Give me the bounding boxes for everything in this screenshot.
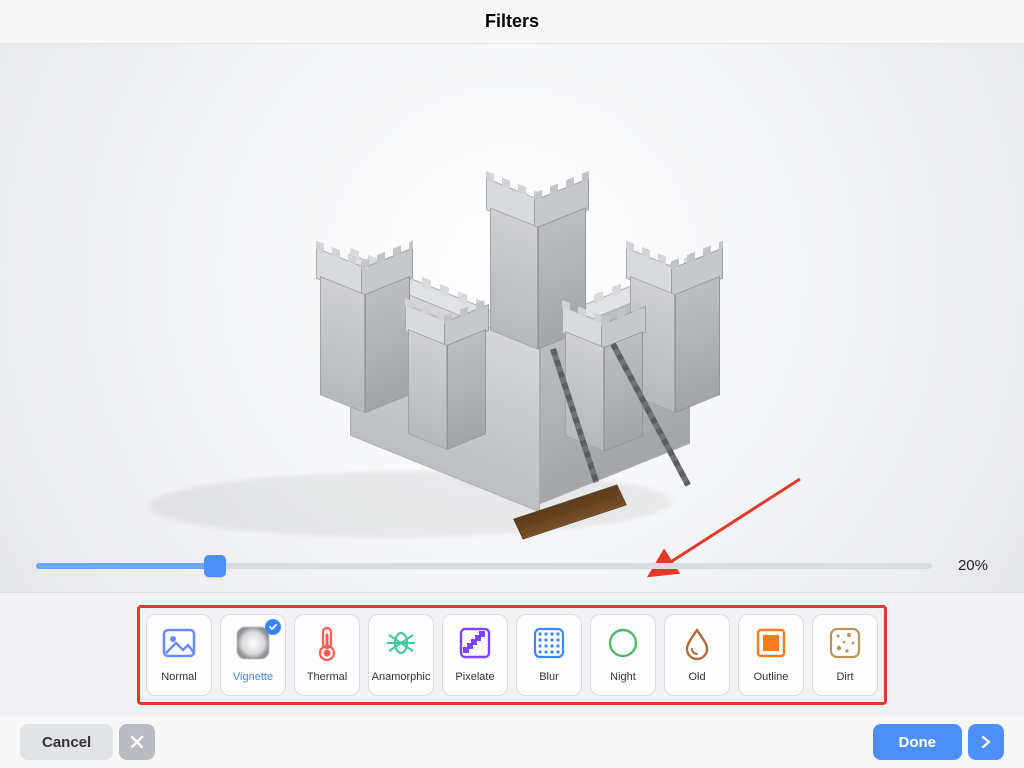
square-icon [751, 623, 791, 663]
image-icon [159, 623, 199, 663]
done-button[interactable]: Done [873, 724, 963, 760]
filter-blur[interactable]: Blur [516, 614, 582, 696]
speckle-icon [825, 623, 865, 663]
filter-label: Night [610, 671, 636, 683]
filter-label: Old [688, 671, 705, 683]
castle-illustration [290, 174, 730, 544]
drop-icon [677, 623, 717, 663]
filter-label: Vignette [233, 671, 273, 683]
filter-label: Outline [754, 671, 789, 683]
filter-pixelate[interactable]: Pixelate [442, 614, 508, 696]
square-icon [751, 623, 791, 663]
slider-value-label: 20% [948, 557, 988, 574]
chevron-right-icon [979, 735, 993, 749]
filter-old[interactable]: Old [664, 614, 730, 696]
filter-label: Dirt [836, 671, 853, 683]
thermometer-icon [307, 623, 347, 663]
filter-dirt[interactable]: Dirt [812, 614, 878, 696]
slider-thumb[interactable] [204, 555, 226, 577]
filter-vignette[interactable]: Vignette [220, 614, 286, 696]
pixel-icon [455, 623, 495, 663]
filter-label: Normal [161, 671, 196, 683]
next-button[interactable] [968, 724, 1004, 760]
moon-icon [603, 623, 643, 663]
close-button[interactable] [119, 724, 155, 760]
filters-highlight-box: Normal Vignette Thermal Anamorphic Pixelate B… [137, 605, 887, 705]
dots-grid-icon [529, 623, 569, 663]
filter-outline[interactable]: Outline [738, 614, 804, 696]
filter-normal[interactable]: Normal [146, 614, 212, 696]
modal-footer: Cancel Done [0, 716, 1024, 768]
filter-thermal[interactable]: Thermal [294, 614, 360, 696]
lens-icon [381, 623, 421, 663]
lens-icon [381, 623, 421, 663]
close-icon [130, 735, 144, 749]
preview-canvas: 20% [0, 44, 1024, 592]
modal-title: Filters [485, 11, 539, 32]
modal-header: Filters [0, 0, 1024, 44]
slider-track[interactable] [36, 563, 932, 569]
moon-icon [603, 623, 643, 663]
filter-label: Pixelate [455, 671, 494, 683]
filter-label: Anamorphic [372, 671, 431, 683]
check-badge-icon [265, 619, 281, 635]
thermometer-icon [307, 623, 347, 663]
cancel-button[interactable]: Cancel [20, 724, 113, 760]
drop-icon [677, 623, 717, 663]
filter-anamorphic[interactable]: Anamorphic [368, 614, 434, 696]
filter-label: Thermal [307, 671, 347, 683]
filter-night[interactable]: Night [590, 614, 656, 696]
image-icon [159, 623, 199, 663]
filter-label: Blur [539, 671, 559, 683]
dots-grid-icon [529, 623, 569, 663]
pixel-icon [455, 623, 495, 663]
intensity-slider[interactable]: 20% [36, 557, 988, 574]
speckle-icon [825, 623, 865, 663]
filters-toolbar: Normal Vignette Thermal Anamorphic Pixelate B… [0, 592, 1024, 716]
slider-fill [36, 563, 215, 569]
